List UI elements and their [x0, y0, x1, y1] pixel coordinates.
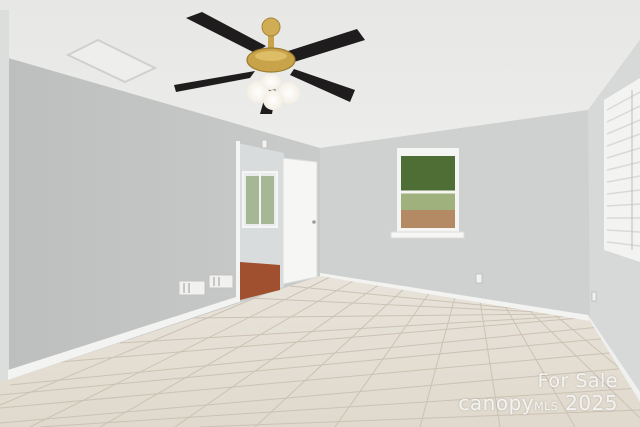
outlet-right-wall	[591, 291, 597, 302]
listing-watermark: For Sale canopyMLS 2025	[458, 370, 618, 414]
window-fence	[401, 210, 455, 228]
fan-light-center	[263, 90, 283, 110]
watermark-year: 2025	[565, 391, 618, 415]
light-switch	[261, 139, 268, 149]
hvac-vent-2	[208, 274, 234, 289]
watermark-brand: canopyMLS 2025	[458, 393, 618, 413]
fan-canopy	[261, 17, 281, 37]
left-edge-wall	[0, 10, 9, 427]
watermark-brand-name: canopy	[458, 391, 535, 415]
hvac-vent	[178, 280, 206, 296]
outlet-back-wall	[475, 273, 483, 284]
window-sill	[390, 231, 465, 239]
empty-room-photo: For Sale canopyMLS 2025	[0, 0, 640, 427]
door-frame	[236, 141, 240, 303]
door-knob	[312, 220, 316, 224]
window-trees	[401, 156, 455, 192]
fan-light-top	[261, 74, 281, 90]
watermark-mls: MLS	[534, 400, 559, 413]
open-door	[282, 157, 318, 285]
watermark-for-sale: For Sale	[537, 370, 618, 392]
room-scene	[0, 0, 640, 427]
